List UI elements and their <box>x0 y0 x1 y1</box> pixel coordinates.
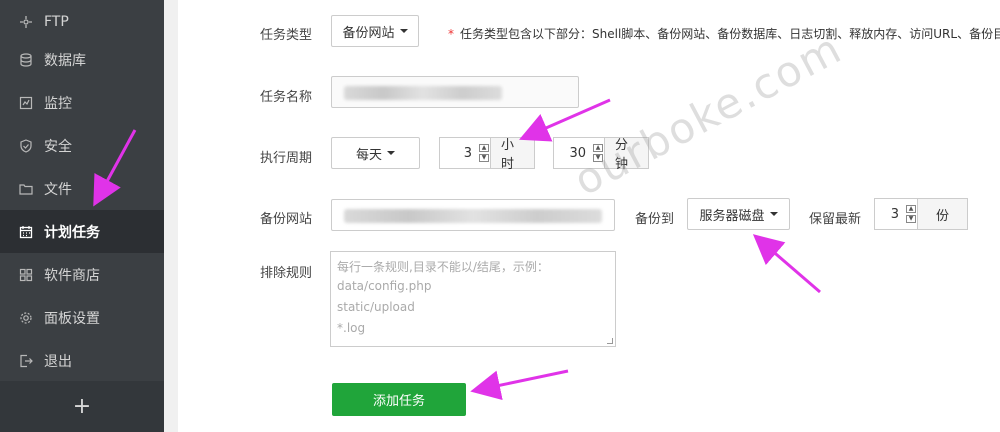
shield-icon <box>18 138 34 154</box>
exclude-placeholder-line: data/config.php <box>337 279 432 293</box>
backup-site-select[interactable] <box>331 199 615 231</box>
exclude-placeholder-line: 每行一条规则,目录不能以/结尾，示例： <box>337 260 549 274</box>
backup-to-value: 服务器磁盘 <box>699 208 765 224</box>
exclude-placeholder-line: *.log <box>337 321 366 335</box>
sidebar-item-label: 面板设置 <box>44 310 100 327</box>
sidebar-item-label: FTP <box>44 13 69 30</box>
task-type-note: * 任务类型包含以下部分：Shell脚本、备份网站、备份数据库、日志切割、释放内存… <box>448 25 1000 42</box>
sidebar-item-store[interactable]: 软件商店 <box>0 253 164 296</box>
sidebar-item-label: 软件商店 <box>44 267 100 284</box>
blurred-text <box>344 209 602 223</box>
sidebar-item-monitor[interactable]: 监控 <box>0 81 164 124</box>
sidebar-item-ftp[interactable]: FTP <box>0 0 164 43</box>
gear-icon <box>18 310 34 326</box>
spin-up-icon[interactable]: ▲ <box>906 205 916 213</box>
exclude-label: 排除规则 <box>260 266 313 281</box>
spin-down-icon[interactable]: ▼ <box>479 154 489 162</box>
hour-stepper[interactable]: 3 ▲ ▼ 小时 <box>439 137 535 172</box>
monitor-icon <box>18 95 34 111</box>
spin-down-icon[interactable]: ▼ <box>593 154 603 162</box>
spin-up-icon[interactable]: ▲ <box>479 144 489 152</box>
sidebar-item-label: 计划任务 <box>44 224 100 241</box>
sidebar-item-logout[interactable]: 退出 <box>0 339 164 382</box>
logout-icon <box>18 353 34 369</box>
keep-latest-label: 保留最新 <box>809 212 862 227</box>
cycle-value: 每天 <box>355 147 382 163</box>
database-icon <box>18 52 34 68</box>
add-button[interactable]: + <box>0 381 164 432</box>
exclude-placeholder-line: static/upload <box>337 300 415 314</box>
grid-icon <box>18 267 34 283</box>
hour-unit: 小时 <box>490 138 534 172</box>
caret-down-icon <box>399 29 408 33</box>
task-type-label: 任务类型 <box>260 28 313 43</box>
keep-unit: 份 <box>917 199 967 229</box>
sidebar-item-security[interactable]: 安全 <box>0 124 164 167</box>
calendar-icon <box>18 224 34 240</box>
sidebar-item-label: 数据库 <box>44 52 86 69</box>
folder-icon <box>18 181 34 197</box>
sidebar-item-label: 退出 <box>44 353 72 370</box>
hour-spin-arrows[interactable]: ▲ ▼ <box>478 138 490 168</box>
backup-site-label: 备份网站 <box>260 212 313 227</box>
watermark: ourboke.com <box>566 23 851 206</box>
blurred-text <box>344 86 502 100</box>
sidebar-item-files[interactable]: 文件 <box>0 167 164 210</box>
task-type-value: 备份网站 <box>342 25 395 41</box>
sidebar-item-label: 监控 <box>44 95 72 112</box>
task-type-dropdown[interactable]: 备份网站 <box>331 15 419 47</box>
sidebar: FTP 数据库 监控 安全 文件 计划任务 软件商店 面板设置 退出 + <box>0 0 164 432</box>
task-type-note-text: 任务类型包含以下部分：Shell脚本、备份网站、备份数据库、日志切割、释放内存、… <box>460 27 1000 41</box>
backup-to-label: 备份到 <box>635 212 675 227</box>
minute-spin-arrows[interactable]: ▲ ▼ <box>592 138 604 168</box>
resize-handle-icon[interactable] <box>607 338 613 344</box>
caret-down-icon <box>769 212 778 216</box>
required-star: * <box>448 27 454 41</box>
keep-stepper[interactable]: 3 ▲ ▼ 份 <box>874 198 968 230</box>
hour-value: 3 <box>463 145 472 161</box>
caret-down-icon <box>387 151 395 155</box>
task-name-input[interactable] <box>331 76 579 108</box>
cron-form: 任务类型 备份网站 * 任务类型包含以下部分：Shell脚本、备份网站、备份数据库… <box>178 0 1000 432</box>
backup-to-dropdown[interactable]: 服务器磁盘 <box>687 198 790 230</box>
sidebar-item-cron[interactable]: 计划任务 <box>0 210 164 253</box>
minute-value: 30 <box>569 145 586 161</box>
spin-down-icon[interactable]: ▼ <box>906 215 916 223</box>
sidebar-item-database[interactable]: 数据库 <box>0 38 164 81</box>
minute-unit: 分钟 <box>604 138 648 172</box>
exclude-textarea[interactable]: 每行一条规则,目录不能以/结尾，示例： data/config.php stat… <box>330 251 616 347</box>
keep-spin-arrows[interactable]: ▲ ▼ <box>905 199 917 229</box>
sidebar-item-label: 安全 <box>44 138 72 155</box>
cycle-label: 执行周期 <box>260 151 313 166</box>
cycle-dropdown[interactable]: 每天 <box>331 137 420 169</box>
content-gap <box>164 0 178 432</box>
keep-value: 3 <box>890 206 899 222</box>
sidebar-item-settings[interactable]: 面板设置 <box>0 296 164 339</box>
minute-stepper[interactable]: 30 ▲ ▼ 分钟 <box>553 137 649 172</box>
sidebar-item-label: 文件 <box>44 181 72 198</box>
spin-up-icon[interactable]: ▲ <box>593 144 603 152</box>
add-task-button[interactable]: 添加任务 <box>332 383 466 416</box>
task-name-label: 任务名称 <box>260 90 313 105</box>
ftp-icon <box>18 14 34 30</box>
